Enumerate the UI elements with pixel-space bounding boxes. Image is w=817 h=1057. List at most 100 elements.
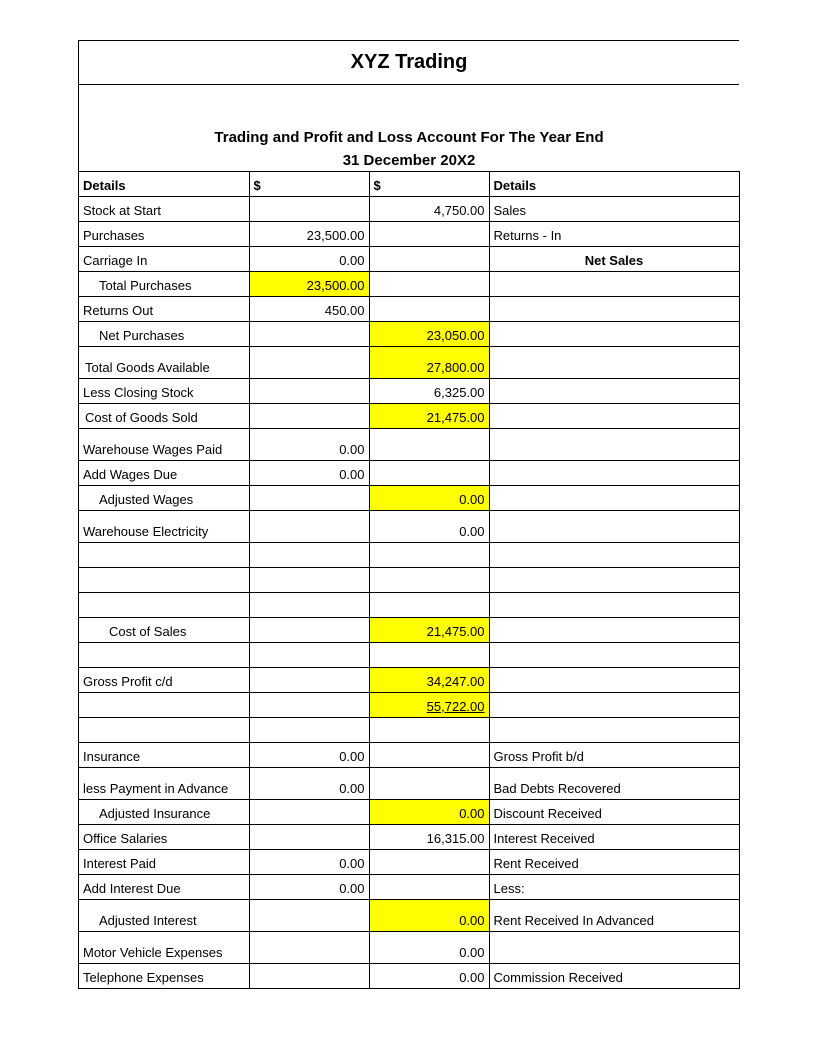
- row-amount-2: [369, 568, 489, 593]
- table-row: Less Closing Stock 6,325.00: [79, 379, 739, 404]
- table-row: Adjusted Insurance0.00Discount Received: [79, 800, 739, 825]
- row-label-right: Interest Received: [489, 825, 739, 850]
- row-amount-2: 0.00: [369, 900, 489, 932]
- table-row: Carriage In0.00Net Sales: [79, 247, 739, 272]
- row-amount-1: [249, 511, 369, 543]
- table-row: Cost of Goods Sold 21,475.00: [79, 404, 739, 429]
- row-amount-1: [249, 593, 369, 618]
- row-label-left: Warehouse Wages Paid: [79, 429, 249, 461]
- row-label-right: [489, 486, 739, 511]
- row-label-right: [489, 461, 739, 486]
- header-details-left: Details: [79, 172, 249, 197]
- profit-loss-statement: XYZ Trading Trading and Profit and Loss …: [78, 40, 739, 989]
- row-amount-1: 0.00: [249, 850, 369, 875]
- row-amount-1: [249, 347, 369, 379]
- row-label-left: [79, 593, 249, 618]
- row-label-right: [489, 543, 739, 568]
- table-row: 55,722.00: [79, 693, 739, 718]
- row-amount-1: 450.00: [249, 297, 369, 322]
- row-amount-1: 0.00: [249, 461, 369, 486]
- row-label-right: [489, 568, 739, 593]
- row-label-left: Telephone Expenses: [79, 964, 249, 989]
- row-amount-1: 0.00: [249, 429, 369, 461]
- table-row: Purchases23,500.00Returns - In: [79, 222, 739, 247]
- table-row: Insurance0.00Gross Profit b/d: [79, 743, 739, 768]
- table-row: Net Purchases 23,050.00: [79, 322, 739, 347]
- table-row: Motor Vehicle Expenses0.00: [79, 932, 739, 964]
- row-label-left: [79, 543, 249, 568]
- company-title: XYZ Trading: [79, 41, 739, 85]
- row-label-left: Add Interest Due: [79, 875, 249, 900]
- row-label-right: [489, 297, 739, 322]
- row-label-right: Less:: [489, 875, 739, 900]
- table-row: less Payment in Advance0.00Bad Debts Rec…: [79, 768, 739, 800]
- table-row: Interest Paid0.00 Rent Received: [79, 850, 739, 875]
- table-row: Total Goods Available27,800.00: [79, 347, 739, 379]
- row-label-left: Total Purchases: [79, 272, 249, 297]
- row-amount-2: [369, 247, 489, 272]
- row-amount-1: [249, 800, 369, 825]
- table-row: Total Purchases23,500.00: [79, 272, 739, 297]
- row-amount-2: 34,247.00: [369, 668, 489, 693]
- table-row: Stock at Start4,750.00Sales: [79, 197, 739, 222]
- row-amount-1: 23,500.00: [249, 272, 369, 297]
- row-amount-1: [249, 932, 369, 964]
- row-label-right: [489, 668, 739, 693]
- row-label-left: Adjusted Insurance: [79, 800, 249, 825]
- table-row: Office Salaries 16,315.00Interest Receive…: [79, 825, 739, 850]
- row-label-right: Commission Received: [489, 964, 739, 989]
- row-amount-2: 6,325.00: [369, 379, 489, 404]
- row-label-left: Less Closing Stock: [79, 379, 249, 404]
- table-row: Adjusted Interest0.00Rent Received In Ad…: [79, 900, 739, 932]
- row-amount-2: 55,722.00: [369, 693, 489, 718]
- table-row: Returns Out450.00: [79, 297, 739, 322]
- row-label-right: [489, 347, 739, 379]
- row-amount-2: [369, 272, 489, 297]
- row-amount-2: 0.00: [369, 511, 489, 543]
- row-label-right: [489, 718, 739, 743]
- row-label-right: Gross Profit b/d: [489, 743, 739, 768]
- row-label-left: Interest Paid: [79, 850, 249, 875]
- row-label-right: Discount Received: [489, 800, 739, 825]
- row-label-left: Cost of Goods Sold: [79, 404, 249, 429]
- row-amount-2: [369, 875, 489, 900]
- row-label-right: [489, 693, 739, 718]
- row-label-left: Purchases: [79, 222, 249, 247]
- table-row: Gross Profit c/d 34,247.00: [79, 668, 739, 693]
- row-amount-1: [249, 825, 369, 850]
- row-label-left: less Payment in Advance: [79, 768, 249, 800]
- row-amount-1: [249, 404, 369, 429]
- subtitle-line-2: 31 December 20X2: [79, 148, 739, 171]
- row-amount-2: 21,475.00: [369, 618, 489, 643]
- row-label-left: Add Wages Due: [79, 461, 249, 486]
- row-label-right: Sales: [489, 197, 739, 222]
- row-amount-2: 21,475.00: [369, 404, 489, 429]
- row-amount-2: 23,050.00: [369, 322, 489, 347]
- row-amount-2: [369, 222, 489, 247]
- row-label-left: Insurance: [79, 743, 249, 768]
- pl-table: Details $ $ Details Stock at Start4,750.…: [79, 171, 740, 989]
- row-amount-2: [369, 768, 489, 800]
- row-label-left: Net Purchases: [79, 322, 249, 347]
- table-row: [79, 593, 739, 618]
- table-row: Cost of Sales 21,475.00: [79, 618, 739, 643]
- row-label-right: [489, 379, 739, 404]
- row-label-right: [489, 593, 739, 618]
- row-label-left: Office Salaries: [79, 825, 249, 850]
- table-row: Telephone Expenses0.00Commission Receive…: [79, 964, 739, 989]
- row-amount-2: 0.00: [369, 486, 489, 511]
- row-amount-1: [249, 197, 369, 222]
- table-row: Adjusted Wages 0.00: [79, 486, 739, 511]
- header-col1: $: [249, 172, 369, 197]
- row-label-left: Adjusted Wages: [79, 486, 249, 511]
- table-row: [79, 718, 739, 743]
- row-label-left: Cost of Sales: [79, 618, 249, 643]
- table-row: Add Interest Due0.00Less:: [79, 875, 739, 900]
- row-label-left: [79, 568, 249, 593]
- row-amount-1: [249, 643, 369, 668]
- row-amount-1: [249, 379, 369, 404]
- row-label-right: [489, 643, 739, 668]
- row-amount-2: 16,315.00: [369, 825, 489, 850]
- row-label-left: Gross Profit c/d: [79, 668, 249, 693]
- row-label-right: Rent Received: [489, 850, 739, 875]
